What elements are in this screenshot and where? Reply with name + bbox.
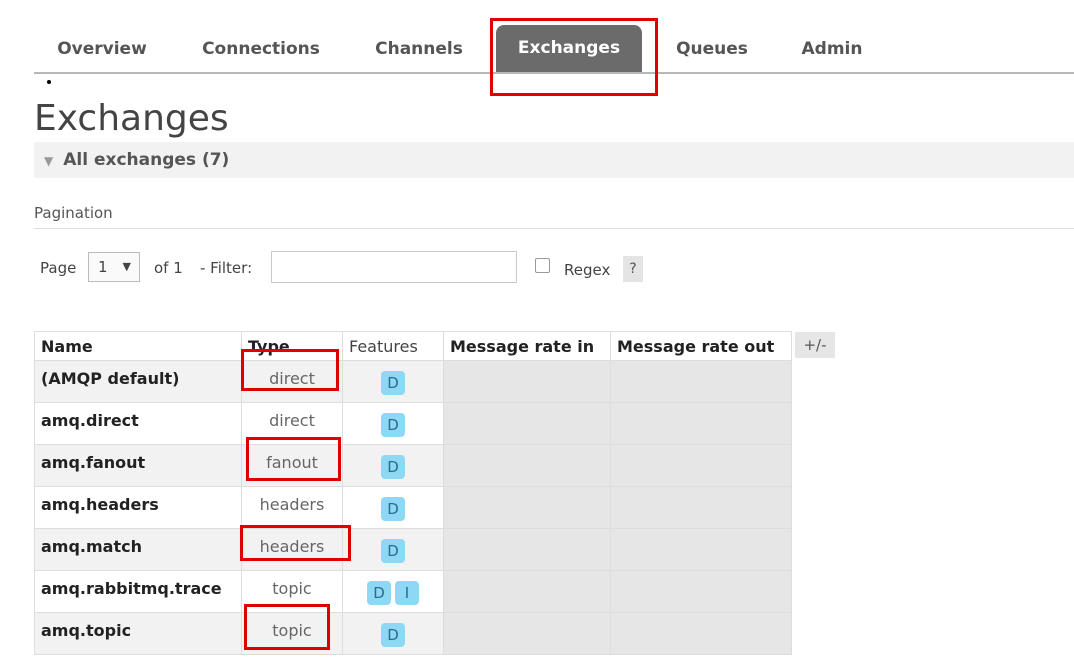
header-message-rate-in[interactable]: Message rate in bbox=[443, 331, 611, 361]
durable-badge: D bbox=[367, 581, 391, 605]
tab-admin[interactable]: Admin bbox=[786, 30, 878, 72]
header-features: Features bbox=[342, 331, 444, 361]
exchange-name-link[interactable]: amq.match bbox=[34, 528, 242, 571]
rate-in-cell bbox=[443, 444, 611, 487]
rate-in-cell bbox=[443, 528, 611, 571]
exchange-type: direct bbox=[241, 360, 343, 403]
table-row[interactable]: amq.match headers D bbox=[34, 528, 792, 571]
tab-queues[interactable]: Queues bbox=[664, 30, 760, 72]
rate-out-cell bbox=[610, 486, 792, 529]
table-row[interactable]: amq.headers headers D bbox=[34, 486, 792, 529]
rate-in-cell bbox=[443, 360, 611, 403]
main-nav: Overview Connections Channels Exchanges … bbox=[34, 22, 1074, 74]
exchange-name-link[interactable]: amq.direct bbox=[34, 402, 242, 445]
dropdown-arrow-icon: ▼ bbox=[122, 260, 131, 273]
table-row[interactable]: (AMQP default) direct D bbox=[34, 360, 792, 403]
durable-badge: D bbox=[381, 413, 405, 437]
tab-channels[interactable]: Channels bbox=[356, 30, 482, 72]
tab-overview[interactable]: Overview bbox=[34, 30, 170, 72]
rate-out-cell bbox=[610, 612, 792, 655]
exchange-features: D bbox=[342, 360, 444, 403]
durable-badge: D bbox=[381, 497, 405, 521]
exchange-type: topic bbox=[241, 612, 343, 655]
exchange-name-link[interactable]: amq.headers bbox=[34, 486, 242, 529]
page-title: Exchanges bbox=[34, 98, 229, 139]
table-row[interactable]: amq.direct direct D bbox=[34, 402, 792, 445]
table-header-row: Name Type Features Message rate in Messa… bbox=[34, 331, 792, 361]
pagination-label: Pagination bbox=[34, 204, 113, 222]
header-name[interactable]: Name bbox=[34, 331, 242, 361]
durable-badge: D bbox=[381, 539, 405, 563]
table-row[interactable]: amq.rabbitmq.trace topic DI bbox=[34, 570, 792, 613]
rate-out-cell bbox=[610, 528, 792, 571]
exchanges-table: Name Type Features Message rate in Messa… bbox=[34, 331, 792, 655]
page-select-value: 1 bbox=[98, 258, 108, 276]
page-of-label: of 1 bbox=[154, 259, 183, 277]
regex-help-button[interactable]: ? bbox=[623, 256, 643, 282]
exchange-name-link[interactable]: amq.fanout bbox=[34, 444, 242, 487]
filter-label: - Filter: bbox=[200, 259, 253, 277]
section-label: All exchanges (7) bbox=[63, 150, 230, 170]
page-select[interactable]: 1 ▼ bbox=[88, 252, 140, 282]
exchange-type: headers bbox=[241, 486, 343, 529]
exchange-features: D bbox=[342, 486, 444, 529]
exchange-features: D bbox=[342, 444, 444, 487]
header-message-rate-out[interactable]: Message rate out bbox=[610, 331, 792, 361]
pagination-divider bbox=[34, 228, 1074, 229]
rate-out-cell bbox=[610, 570, 792, 613]
all-exchanges-section[interactable]: ▼ All exchanges (7) bbox=[34, 142, 1074, 178]
exchange-name-link[interactable]: (AMQP default) bbox=[34, 360, 242, 403]
exchange-type: direct bbox=[241, 402, 343, 445]
exchange-type: topic bbox=[241, 570, 343, 613]
exchange-type: headers bbox=[241, 528, 343, 571]
exchange-features: DI bbox=[342, 570, 444, 613]
rate-in-cell bbox=[443, 402, 611, 445]
header-type[interactable]: Type bbox=[241, 331, 343, 361]
exchange-name-link[interactable]: amq.rabbitmq.trace bbox=[34, 570, 242, 613]
rate-in-cell bbox=[443, 486, 611, 529]
column-toggle-button[interactable]: +/- bbox=[795, 332, 835, 358]
exchange-features: D bbox=[342, 402, 444, 445]
durable-badge: D bbox=[381, 371, 405, 395]
tab-exchanges[interactable]: Exchanges bbox=[496, 25, 642, 72]
rate-in-cell bbox=[443, 570, 611, 613]
filter-input[interactable] bbox=[271, 251, 517, 283]
rate-out-cell bbox=[610, 402, 792, 445]
rate-in-cell bbox=[443, 612, 611, 655]
rate-out-cell bbox=[610, 360, 792, 403]
table-row[interactable]: amq.fanout fanout D bbox=[34, 444, 792, 487]
table-row[interactable]: amq.topic topic D bbox=[34, 612, 792, 655]
rate-out-cell bbox=[610, 444, 792, 487]
collapse-triangle-icon[interactable]: ▼ bbox=[44, 143, 53, 179]
regex-label: Regex bbox=[564, 261, 611, 279]
exchange-name-link[interactable]: amq.topic bbox=[34, 612, 242, 655]
cursor-dot bbox=[47, 80, 51, 84]
exchange-features: D bbox=[342, 612, 444, 655]
regex-checkbox[interactable] bbox=[535, 258, 550, 273]
internal-badge: I bbox=[395, 581, 419, 605]
tab-connections[interactable]: Connections bbox=[190, 30, 332, 72]
page-label: Page bbox=[40, 259, 77, 277]
durable-badge: D bbox=[381, 455, 405, 479]
exchange-features: D bbox=[342, 528, 444, 571]
exchange-type: fanout bbox=[241, 444, 343, 487]
durable-badge: D bbox=[381, 623, 405, 647]
